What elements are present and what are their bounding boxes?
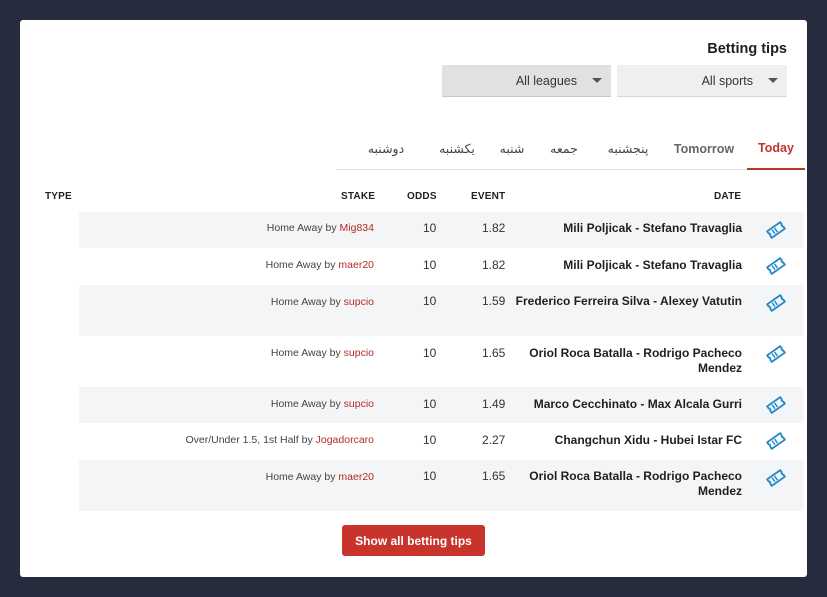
chevron-down-icon [592, 78, 602, 83]
tab-monday[interactable]: دوشنبه [354, 127, 418, 170]
stake-cell: Over/Under 1.5, 1st Half by Jogadorcaro [185, 434, 374, 446]
market-label: Home Away [270, 398, 327, 410]
tipster-link[interactable]: supcio [344, 347, 374, 359]
event-name[interactable]: Oriol Roca Batalla - Rodrigo Pacheco Men… [512, 346, 742, 376]
market-label: Over/Under 1.5, 1st Half [185, 434, 299, 446]
by-label: by [329, 296, 341, 308]
table-row[interactable]: Home Away by maer20 10 1.82 Mili Poljica… [79, 248, 804, 285]
stake-value: 10 [423, 294, 437, 308]
ticket-icon[interactable] [766, 220, 786, 240]
table-row[interactable]: Home Away by supcio 10 1.65 Oriol Roca B… [79, 336, 804, 387]
tipster-link[interactable]: Jogadorcaro [316, 434, 374, 446]
ticket-icon[interactable] [766, 256, 786, 276]
market-label: Home Away [265, 259, 322, 271]
sports-select[interactable]: All sports [617, 65, 787, 97]
odds-value: 1.82 [482, 258, 506, 272]
page-title: Betting tips [707, 41, 787, 57]
by-label: by [325, 222, 337, 234]
ticket-icon[interactable] [766, 293, 786, 313]
event-name[interactable]: Frederico Ferreira Silva - Alexey Vatuti… [512, 294, 742, 309]
leagues-select-label: All leagues [515, 73, 577, 88]
odds-value: 1.65 [482, 469, 506, 483]
betting-tips-card: Betting tips All leagues All sports دوشن… [20, 20, 807, 577]
ticket-icon[interactable] [766, 431, 786, 451]
market-label: Home Away [266, 222, 323, 234]
event-name[interactable]: Marco Cecchinato - Max Alcala Gurri [512, 397, 742, 412]
tab-thursday[interactable]: پنجشنبه [594, 127, 662, 170]
tab-sunday[interactable]: یکشنبه [426, 127, 488, 170]
table-row[interactable]: Home Away by supcio 10 1.59 Frederico Fe… [79, 285, 804, 336]
tipster-link[interactable]: maer20 [338, 471, 374, 483]
tab-friday[interactable]: جمعه [542, 127, 586, 170]
market-label: Home Away [270, 296, 327, 308]
stake-value: 10 [423, 469, 437, 483]
table-row[interactable]: Over/Under 1.5, 1st Half by Jogadorcaro … [79, 423, 804, 460]
ticket-icon[interactable] [766, 468, 786, 488]
ticket-icon[interactable] [766, 344, 786, 364]
column-header-odds: ODDS [407, 191, 437, 202]
stake-value: 10 [423, 433, 437, 447]
stake-cell: Home Away by maer20 [266, 471, 374, 483]
stake-value: 10 [423, 346, 437, 360]
sports-select-label: All sports [701, 73, 753, 88]
tipster-link[interactable]: supcio [344, 398, 374, 410]
column-header-date: DATE [714, 191, 742, 202]
stake-cell: Home Away by supcio [271, 347, 374, 359]
market-label: Home Away [265, 471, 322, 483]
table-row[interactable]: Home Away by maer20 10 1.65 Oriol Roca B… [79, 460, 804, 511]
stake-cell: Home Away by supcio [271, 296, 374, 308]
event-name[interactable]: Oriol Roca Batalla - Rodrigo Pacheco Men… [512, 469, 742, 499]
by-label: by [329, 398, 341, 410]
event-name[interactable]: Changchun Xidu - Hubei Istar FC [512, 433, 742, 448]
tipster-link[interactable]: maer20 [338, 259, 374, 271]
table-row[interactable]: Home Away by Mig834 10 1.82 Mili Poljica… [79, 212, 804, 248]
tab-tomorrow[interactable]: Tomorrow [668, 127, 740, 170]
market-label: Home Away [270, 347, 327, 359]
tipster-link[interactable]: Mig834 [340, 222, 374, 234]
table-row[interactable]: Home Away by supcio 10 1.49 Marco Cecchi… [79, 387, 804, 423]
stake-value: 10 [423, 221, 437, 235]
by-label: by [324, 471, 336, 483]
by-label: by [329, 347, 341, 359]
leagues-select[interactable]: All leagues [442, 65, 611, 97]
column-header-type: TYPE [45, 191, 72, 202]
show-all-tips-button[interactable]: Show all betting tips [342, 525, 485, 556]
column-header-event: EVENT [471, 191, 506, 202]
event-name[interactable]: Mili Poljicak - Stefano Travaglia [512, 258, 742, 273]
odds-value: 2.27 [482, 433, 506, 447]
day-tabs: دوشنبه یکشنبه شنبه جمعه پنجشنبه Tomorrow… [336, 127, 805, 170]
stake-cell: Home Away by supcio [271, 398, 374, 410]
stake-cell: Home Away by maer20 [266, 259, 374, 271]
by-label: by [324, 259, 336, 271]
odds-value: 1.82 [482, 221, 506, 235]
tab-today[interactable]: Today [747, 127, 805, 170]
column-header-stake: STAKE [341, 191, 376, 202]
odds-value: 1.65 [482, 346, 506, 360]
ticket-icon[interactable] [766, 395, 786, 415]
event-name[interactable]: Mili Poljicak - Stefano Travaglia [512, 221, 742, 236]
stake-value: 10 [423, 397, 437, 411]
stake-cell: Home Away by Mig834 [267, 222, 374, 234]
odds-value: 1.49 [482, 397, 506, 411]
by-label: by [301, 434, 313, 446]
tipster-link[interactable]: supcio [344, 296, 374, 308]
chevron-down-icon [768, 78, 778, 83]
tab-saturday[interactable]: شنبه [492, 127, 532, 170]
stake-value: 10 [423, 258, 437, 272]
odds-value: 1.59 [482, 294, 506, 308]
